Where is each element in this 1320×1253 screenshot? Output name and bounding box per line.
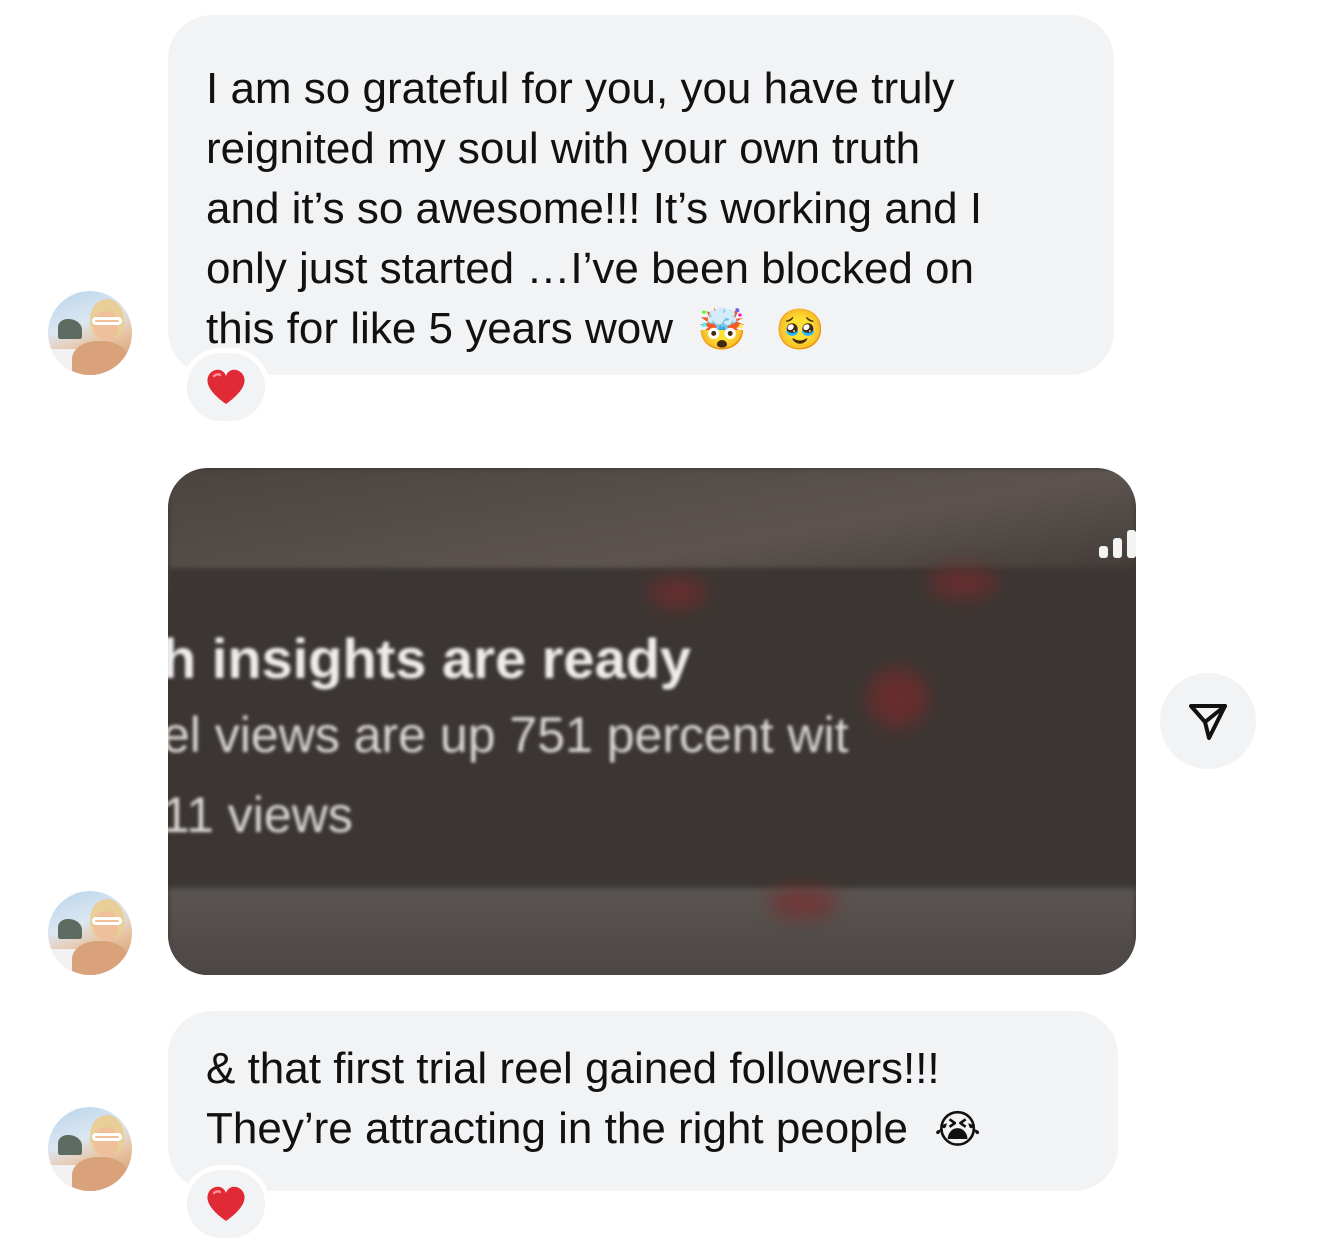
signal-bars-icon: [1099, 530, 1136, 558]
exploding-head-emoji: 🤯: [697, 307, 748, 353]
avatar[interactable]: [48, 1107, 132, 1191]
dm-thread: I am so grateful for you, you have truly…: [0, 0, 1320, 1253]
red-heart-icon: [207, 1186, 245, 1221]
heart-reaction[interactable]: [182, 1165, 270, 1243]
crying-face-emoji: 😭: [934, 1107, 981, 1153]
avatar[interactable]: [48, 891, 132, 975]
avatar[interactable]: [48, 291, 132, 375]
message-bubble[interactable]: & that first trial reel gained followers…: [168, 1011, 1118, 1191]
message-text: & that first trial reel gained followers…: [206, 1044, 940, 1153]
image-text-line: el views are up 751 percent wit: [168, 707, 849, 763]
heart-reaction[interactable]: [182, 348, 270, 426]
message-text: I am so grateful for you, you have truly…: [206, 64, 983, 353]
image-text-line: 11 views: [168, 787, 353, 843]
holding-back-tears-emoji: 🥹: [775, 307, 826, 353]
image-text-line: h insights are ready: [168, 627, 692, 690]
red-heart-icon: [207, 369, 245, 404]
share-send-icon: [1189, 704, 1227, 740]
share-button[interactable]: [1160, 673, 1256, 769]
message-bubble[interactable]: I am so grateful for you, you have truly…: [168, 15, 1114, 375]
shared-image[interactable]: h insights are ready el views are up 751…: [168, 468, 1136, 975]
